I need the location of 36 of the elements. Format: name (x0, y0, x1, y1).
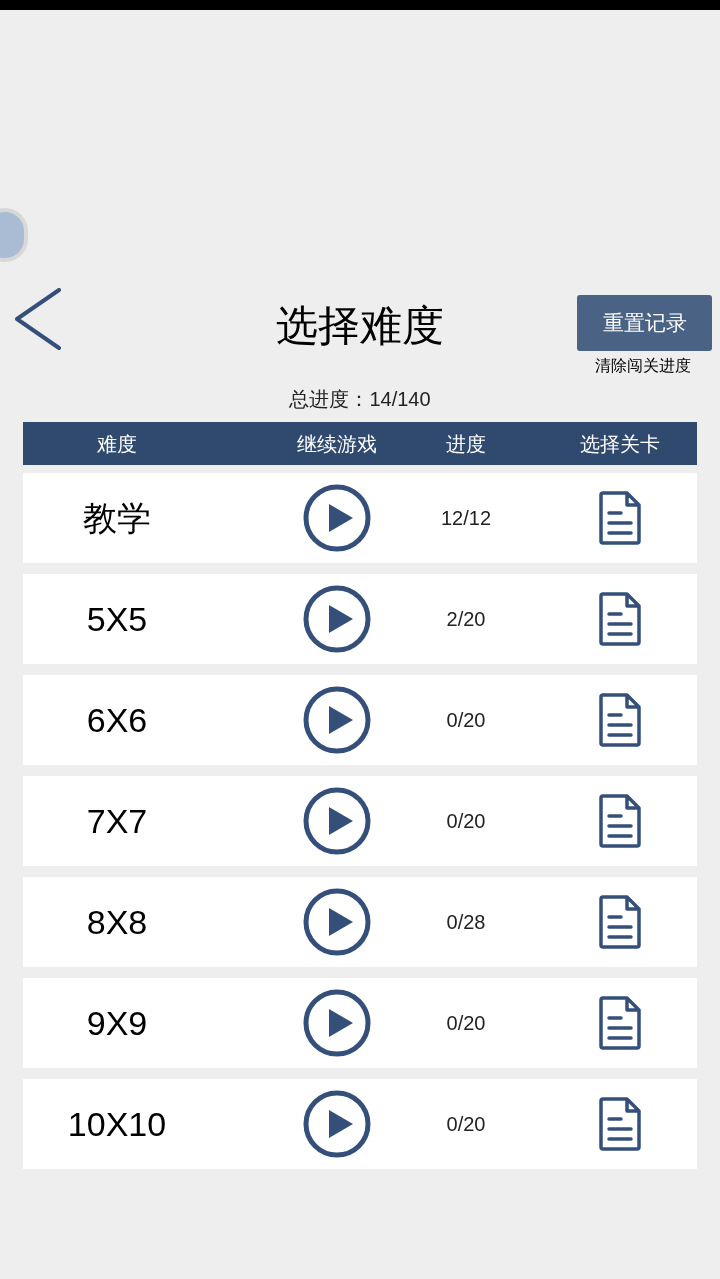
difficulty-name: 8X8 (86, 901, 148, 943)
progress-count: 2/20 (446, 607, 486, 632)
difficulty-name: 5X5 (86, 598, 148, 640)
document-icon[interactable] (599, 1097, 641, 1151)
back-icon[interactable] (14, 288, 62, 350)
document-icon[interactable] (599, 491, 641, 545)
progress-count: 0/28 (446, 910, 486, 935)
play-icon[interactable] (303, 686, 371, 754)
column-header: 继续游戏 (297, 432, 377, 455)
progress-count: 0/20 (446, 708, 486, 733)
play-icon[interactable] (303, 989, 371, 1057)
page-title: 选择难度 (275, 301, 445, 351)
document-icon[interactable] (599, 794, 641, 848)
document-icon[interactable] (599, 693, 641, 747)
column-header: 进度 (446, 432, 486, 455)
progress-count: 12/12 (440, 506, 492, 531)
progress-count: 0/20 (446, 1112, 486, 1137)
document-icon[interactable] (599, 592, 641, 646)
play-icon[interactable] (303, 1090, 371, 1158)
difficulty-name: 7X7 (86, 800, 148, 842)
play-icon[interactable] (303, 484, 371, 552)
play-icon[interactable] (303, 787, 371, 855)
progress-count: 0/20 (446, 1011, 486, 1036)
progress-count: 0/20 (446, 809, 486, 834)
reset-hint: 清除闯关进度 (593, 356, 692, 376)
column-header: 选择关卡 (580, 432, 660, 455)
document-icon[interactable] (599, 996, 641, 1050)
difficulty-name: 10X10 (67, 1103, 167, 1145)
document-icon[interactable] (599, 895, 641, 949)
reset-button[interactable]: 重置记录 (577, 295, 712, 351)
play-icon[interactable] (303, 888, 371, 956)
column-header: 难度 (97, 432, 137, 455)
difficulty-name: 9X9 (86, 1002, 148, 1044)
play-icon[interactable] (303, 585, 371, 653)
difficulty-name: 6X6 (86, 699, 148, 741)
difficulty-name: 教学 (83, 497, 151, 539)
